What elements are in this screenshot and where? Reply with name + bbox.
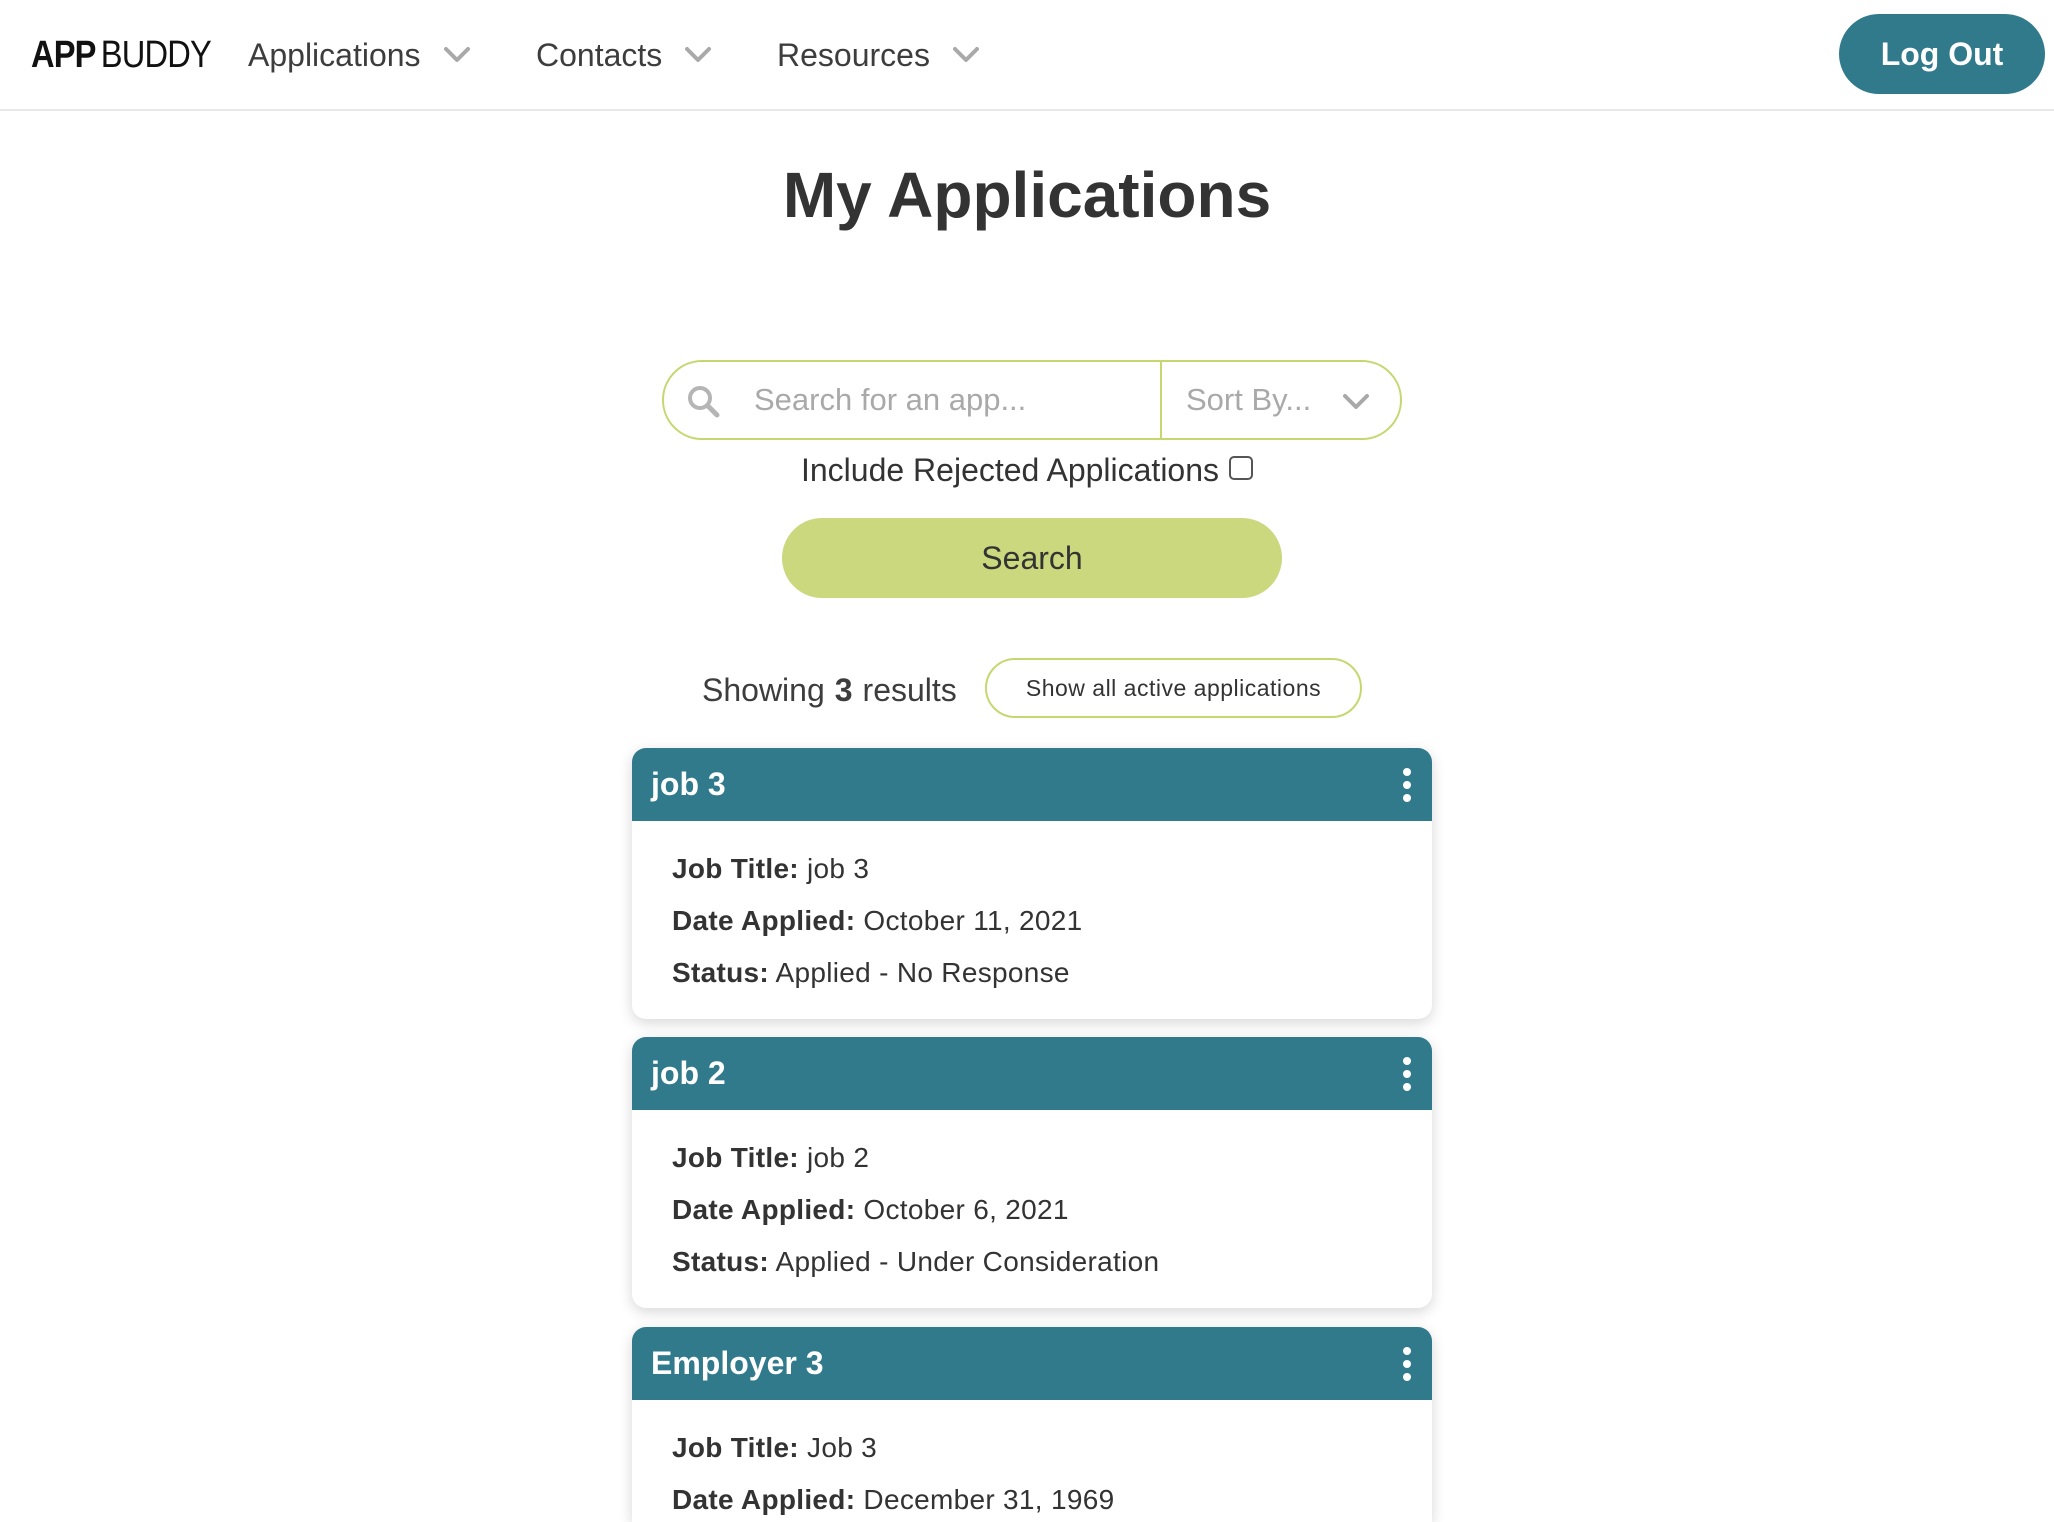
date-applied-label: Date Applied: xyxy=(672,1484,856,1515)
sort-by-label: Sort By... xyxy=(1186,382,1312,417)
nav-applications-label: Applications xyxy=(248,36,421,73)
status-label: Status: xyxy=(672,957,769,988)
date-applied-label: Date Applied: xyxy=(672,905,856,936)
more-options-icon[interactable] xyxy=(1400,1347,1414,1381)
more-options-icon[interactable] xyxy=(1400,768,1414,802)
nav-contacts[interactable]: Contacts xyxy=(536,30,712,80)
date-applied-label: Date Applied: xyxy=(672,1194,856,1225)
search-bar: Sort By... xyxy=(662,360,1402,440)
job-title-value: job 2 xyxy=(807,1142,870,1173)
card-employer: job 2 xyxy=(651,1055,726,1091)
date-applied-value: December 31, 1969 xyxy=(863,1484,1115,1515)
status-label: Status: xyxy=(672,1246,769,1277)
chevron-down-icon xyxy=(685,47,712,62)
nav-contacts-label: Contacts xyxy=(536,36,663,73)
results-summary: Showing 3 results xyxy=(702,665,957,715)
nav-applications[interactable]: Applications xyxy=(248,30,471,80)
card-employer: job 3 xyxy=(651,766,726,802)
status-value: Applied - No Response xyxy=(775,957,1070,988)
card-employer: Employer 3 xyxy=(651,1345,824,1381)
card-body: Job Title: job 3 Date Applied: October 1… xyxy=(632,821,1432,1019)
card-body: Job Title: Job 3 Date Applied: December … xyxy=(632,1400,1432,1522)
job-title-value: Job 3 xyxy=(807,1432,878,1463)
card-header: job 2 xyxy=(632,1037,1432,1110)
date-applied-row: Date Applied: December 31, 1969 xyxy=(672,1474,1392,1522)
card-body: Job Title: job 2 Date Applied: October 6… xyxy=(632,1110,1432,1308)
search-field xyxy=(664,362,1162,438)
date-applied-value: October 6, 2021 xyxy=(863,1194,1069,1225)
top-navbar: APP BUDDY Applications Contacts Resources… xyxy=(0,0,2054,111)
card-header: Employer 3 xyxy=(632,1327,1432,1400)
include-rejected-row: Include Rejected Applications xyxy=(0,452,2054,489)
job-title-value: job 3 xyxy=(807,853,870,884)
status-value: Applied - Under Consideration xyxy=(775,1246,1160,1277)
status-row: Status: Applied - No Response xyxy=(672,947,1392,999)
chevron-down-icon xyxy=(1343,394,1369,409)
chevron-down-icon xyxy=(443,47,470,62)
sort-by-select[interactable]: Sort By... xyxy=(1162,362,1400,438)
nav-resources-label: Resources xyxy=(777,36,930,73)
job-title-row: Job Title: job 3 xyxy=(672,843,1392,895)
card-header: job 3 xyxy=(632,748,1432,821)
logout-button[interactable]: Log Out xyxy=(1839,14,2045,94)
show-all-active-button[interactable]: Show all active applications xyxy=(985,658,1362,718)
application-card[interactable]: job 3 Job Title: job 3 Date Applied: Oct… xyxy=(632,748,1432,1019)
include-rejected-label: Include Rejected Applications xyxy=(800,452,1220,488)
more-options-icon[interactable] xyxy=(1400,1057,1414,1091)
application-card[interactable]: Employer 3 Job Title: Job 3 Date Applied… xyxy=(632,1327,1432,1522)
page-title: My Applications xyxy=(782,159,1272,231)
results-suffix: results xyxy=(862,671,957,708)
app-logo[interactable]: APP BUDDY xyxy=(31,33,212,77)
date-applied-row: Date Applied: October 6, 2021 xyxy=(672,1184,1392,1236)
include-rejected-checkbox[interactable] xyxy=(1229,455,1254,480)
date-applied-value: October 11, 2021 xyxy=(863,905,1083,936)
status-row: Status: Applied - Under Consideration xyxy=(672,1236,1392,1288)
search-icon xyxy=(688,386,720,418)
job-title-row: Job Title: job 2 xyxy=(672,1132,1392,1184)
search-button[interactable]: Search xyxy=(782,518,1282,598)
chevron-down-icon xyxy=(952,47,979,62)
job-title-label: Job Title: xyxy=(672,1142,799,1173)
search-input[interactable] xyxy=(754,362,1154,438)
results-prefix: Showing xyxy=(702,671,825,708)
job-title-label: Job Title: xyxy=(672,1432,799,1463)
logo-light: BUDDY xyxy=(100,34,212,76)
job-title-label: Job Title: xyxy=(672,853,799,884)
date-applied-row: Date Applied: October 11, 2021 xyxy=(672,895,1392,947)
application-card[interactable]: job 2 Job Title: job 2 Date Applied: Oct… xyxy=(632,1037,1432,1308)
job-title-row: Job Title: Job 3 xyxy=(672,1422,1392,1474)
nav-resources[interactable]: Resources xyxy=(777,30,980,80)
results-count: 3 xyxy=(834,671,853,708)
logo-bold: APP xyxy=(31,34,96,76)
